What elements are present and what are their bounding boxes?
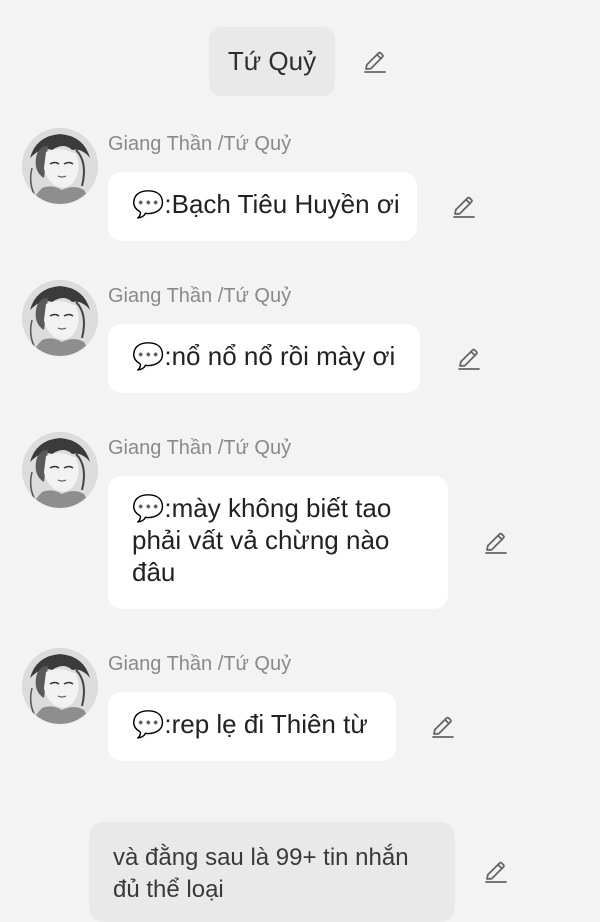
avatar[interactable] (22, 648, 98, 724)
sender-name: Giang Thần /Tứ Quỷ (108, 133, 292, 155)
pencil-icon[interactable] (429, 713, 457, 741)
header-bubble[interactable]: Tứ Quỷ (209, 27, 335, 96)
message-bubble[interactable]: 💬:rep lẹ đi Thiên từ (108, 692, 396, 761)
chat-view: Tứ Quỷ Giang Thần /Tứ Quỷ 💬:Bạch Tiêu Hu… (0, 0, 600, 922)
message-text: 💬:Bạch Tiêu Huyền ơi (132, 189, 400, 219)
message-text-line: 💬:mày không biết tao (132, 493, 392, 523)
system-note-bubble[interactable]: và đằng sau là 99+ tin nhắn đủ thể loại (89, 822, 455, 922)
message-item: Giang Thần /Tứ Quỷ 💬:rep lẹ đi Thiên từ (0, 648, 600, 762)
message-item: Giang Thần /Tứ Quỷ 💬:nổ nổ nổ rồi mày ơi (0, 280, 600, 394)
sender-name: Giang Thần /Tứ Quỷ (108, 285, 292, 307)
avatar[interactable] (22, 432, 98, 508)
sender-name: Giang Thần /Tứ Quỷ (108, 653, 292, 675)
avatar[interactable] (22, 280, 98, 356)
message-text-line: đâu (132, 557, 176, 587)
sender-name: Giang Thần /Tứ Quỷ (108, 437, 292, 459)
message-item: Giang Thần /Tứ Quỷ 💬:mày không biết tao … (0, 432, 600, 612)
message-text: 💬:rep lẹ đi Thiên từ (132, 709, 368, 739)
message-text: 💬:nổ nổ nổ rồi mày ơi (132, 341, 396, 371)
pencil-icon[interactable] (482, 858, 510, 886)
message-bubble[interactable]: 💬:Bạch Tiêu Huyền ơi (108, 172, 417, 241)
avatar[interactable] (22, 128, 98, 204)
header-label: Tứ Quỷ (227, 46, 317, 76)
system-note-line: đủ thể loại (113, 876, 224, 903)
pencil-icon[interactable] (361, 48, 389, 76)
message-bubble[interactable]: 💬:nổ nổ nổ rồi mày ơi (108, 324, 420, 393)
system-note-line: và đằng sau là 99+ tin nhắn (113, 844, 409, 871)
pencil-icon[interactable] (482, 529, 510, 557)
pencil-icon[interactable] (455, 345, 483, 373)
pencil-icon[interactable] (450, 193, 478, 221)
message-item: Giang Thần /Tứ Quỷ 💬:Bạch Tiêu Huyền ơi (0, 128, 600, 242)
message-text-line: phải vất vả chừng nào (132, 525, 390, 555)
message-bubble[interactable]: 💬:mày không biết tao phải vất vả chừng n… (108, 476, 448, 609)
